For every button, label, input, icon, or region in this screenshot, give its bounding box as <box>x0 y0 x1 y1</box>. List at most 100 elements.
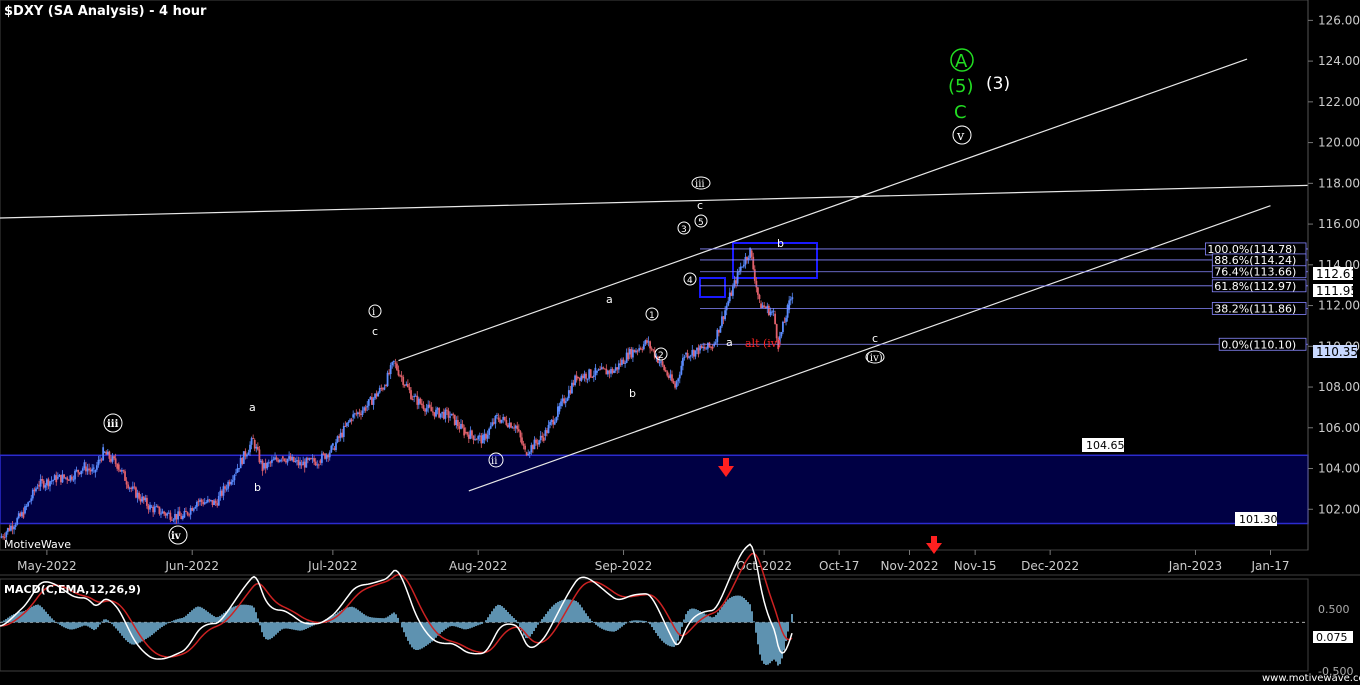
candle-body <box>689 355 692 357</box>
macd-histogram-bar <box>469 622 471 629</box>
macd-histogram-bar <box>535 622 537 628</box>
candle-body <box>192 508 195 511</box>
macd-histogram-bar <box>767 622 769 665</box>
candle-body <box>744 257 747 265</box>
candle-body <box>242 451 245 464</box>
macd-histogram-bar <box>501 606 503 623</box>
candle-body <box>458 426 461 429</box>
candle-body <box>95 465 98 470</box>
candle-body <box>421 403 423 406</box>
macd-histogram-bar <box>59 622 61 625</box>
macd-histogram-bar <box>293 622 295 630</box>
wave-iv-jun-label: iv <box>171 531 182 542</box>
macd-histogram-bar <box>543 616 545 623</box>
time-tick-label: Sep-2022 <box>595 559 653 573</box>
macd-histogram-bar <box>517 622 519 624</box>
wave-iii-top-label: iii <box>695 179 705 190</box>
candle-body <box>425 408 428 412</box>
candle-body <box>100 459 103 461</box>
fib-label: 61.8%(112.97) <box>1214 280 1296 293</box>
macd-histogram-bar <box>301 622 303 631</box>
macd-histogram-bar <box>441 622 443 633</box>
macd-histogram-bar <box>729 597 731 623</box>
last-price-value: 112.61 <box>1316 267 1358 281</box>
candle-body <box>42 480 45 488</box>
macd-histogram-bar <box>297 622 299 631</box>
candle-body <box>349 419 351 422</box>
candle-body <box>203 502 206 505</box>
macd-histogram-bar <box>369 616 371 623</box>
candle-body <box>761 305 764 309</box>
macd-histogram-bar <box>597 622 599 627</box>
macd-histogram-bar <box>153 622 155 634</box>
macd-histogram-bar <box>657 622 659 636</box>
macd-histogram-bar <box>281 622 283 630</box>
macd-histogram-bar <box>423 622 425 648</box>
candle-body <box>581 375 584 379</box>
macd-histogram-bar <box>363 614 365 623</box>
candle-body <box>402 376 405 385</box>
candle-body <box>647 341 650 343</box>
macd-histogram-bar <box>653 622 655 631</box>
candle-body <box>436 408 439 410</box>
macd-histogram-bar <box>41 607 43 623</box>
candle-body <box>680 365 683 375</box>
candle-body <box>52 480 55 482</box>
candle-body <box>53 475 56 481</box>
candle-body <box>144 497 147 501</box>
candle-body <box>319 460 322 463</box>
macd-histogram-bar <box>471 622 473 628</box>
candle-body <box>594 367 597 376</box>
candle-body <box>342 425 345 437</box>
macd-histogram-bar <box>391 613 393 623</box>
candle-body <box>271 459 273 463</box>
candle-body <box>346 422 348 426</box>
candle-body <box>610 368 612 374</box>
candle-body <box>214 500 217 504</box>
macd-histogram-bar <box>57 622 59 624</box>
candle-body <box>606 370 609 375</box>
candle-body <box>588 369 591 379</box>
macd-histogram-bar <box>519 622 521 628</box>
candle-body <box>49 481 51 487</box>
candle-body <box>414 395 417 397</box>
candle-body <box>355 413 358 415</box>
candle-body <box>758 294 761 299</box>
macd-histogram-bar <box>115 622 117 629</box>
candle-body <box>131 486 134 489</box>
candle-body <box>624 362 626 364</box>
candle-body <box>55 475 58 483</box>
macd-histogram-bar <box>609 622 611 632</box>
macd-histogram-bar <box>107 620 109 623</box>
candle-body <box>427 404 430 409</box>
candle-body <box>513 427 516 429</box>
candle-body <box>25 505 28 507</box>
candle-body <box>10 525 12 531</box>
candle-body <box>183 511 186 518</box>
price-tick-label: 106.00 <box>1318 421 1360 435</box>
macd-histogram-bar <box>769 622 771 664</box>
candle-body <box>396 363 398 370</box>
price-tag-3-value: 110.35 <box>1316 345 1358 359</box>
candle-body <box>374 393 376 399</box>
macd-histogram-bar <box>485 620 487 623</box>
candle-body <box>314 461 317 466</box>
candle-body <box>72 479 75 481</box>
candle-body <box>145 497 148 506</box>
candle-body <box>321 453 323 463</box>
candle-body <box>78 472 81 475</box>
candle-body <box>791 297 794 300</box>
macd-histogram-bar <box>181 618 183 623</box>
macd-histogram-bar <box>377 617 379 623</box>
macd-histogram-bar <box>373 617 375 623</box>
macd-histogram-bar <box>737 595 739 623</box>
macd-histogram-bar <box>375 617 377 623</box>
candle-body <box>666 371 669 376</box>
macd-histogram-bar <box>149 622 151 637</box>
candle-body <box>763 305 766 307</box>
macd-histogram-bar <box>383 618 385 623</box>
price-tick-label: 104.00 <box>1318 462 1360 476</box>
candle-body <box>99 459 101 461</box>
candle-body <box>38 484 40 487</box>
candle-body <box>636 350 639 352</box>
